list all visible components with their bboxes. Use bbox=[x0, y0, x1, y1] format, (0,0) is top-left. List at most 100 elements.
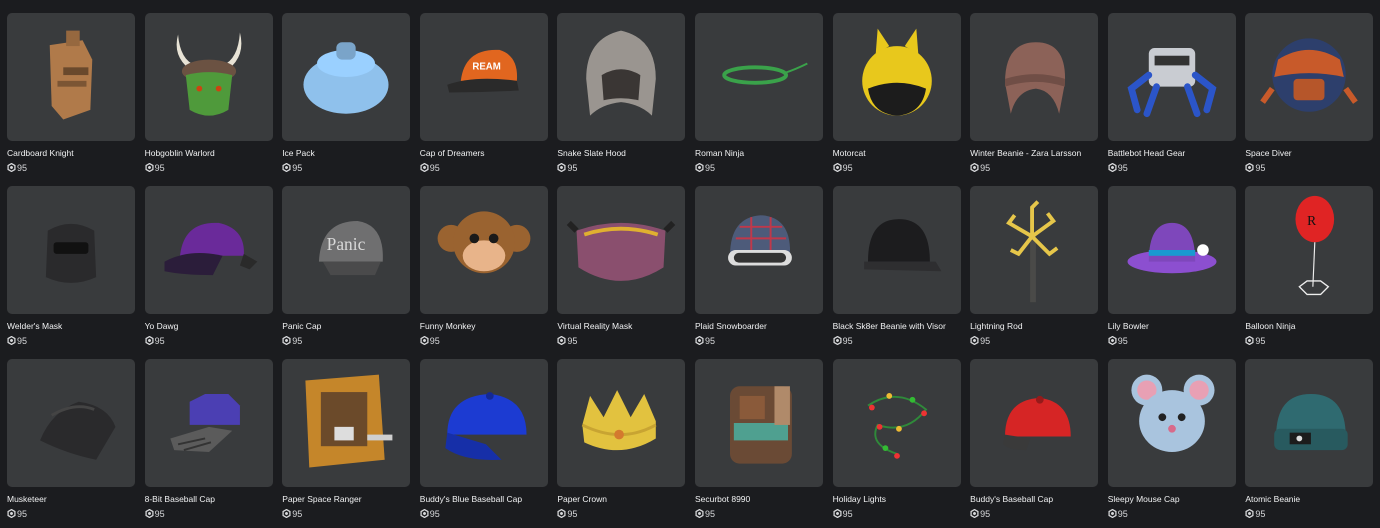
item-thumbnail[interactable] bbox=[282, 13, 411, 141]
item-name[interactable]: Winter Beanie - Zara Larsson bbox=[970, 148, 1098, 159]
catalog-item-card[interactable]: Virtual Reality Mask 95 bbox=[557, 186, 686, 349]
item-thumbnail[interactable] bbox=[1107, 359, 1236, 487]
item-name[interactable]: Snake Slate Hood bbox=[557, 148, 685, 159]
price-value: 95 bbox=[292, 508, 303, 519]
item-thumbnail[interactable] bbox=[694, 186, 823, 314]
catalog-item-card[interactable]: Sleepy Mouse Cap 95 bbox=[1107, 359, 1236, 522]
item-thumbnail[interactable] bbox=[7, 359, 135, 487]
item-name[interactable]: Cardboard Knight bbox=[7, 148, 135, 159]
item-thumbnail[interactable] bbox=[282, 359, 411, 487]
item-name[interactable]: 8-Bit Baseball Cap bbox=[145, 494, 273, 505]
item-thumbnail[interactable] bbox=[970, 186, 1099, 314]
mouse-hat-icon bbox=[1131, 374, 1215, 452]
item-price: 95 bbox=[1245, 335, 1265, 346]
price-value: 95 bbox=[567, 162, 578, 173]
catalog-item-card[interactable]: REAM Cap of Dreamers 95 bbox=[419, 13, 548, 176]
item-thumbnail[interactable] bbox=[970, 13, 1099, 141]
item-thumbnail[interactable] bbox=[1107, 13, 1236, 141]
item-thumbnail[interactable] bbox=[7, 13, 135, 141]
item-name[interactable]: Holiday Lights bbox=[833, 494, 961, 505]
catalog-item-card[interactable]: Winter Beanie - Zara Larsson 95 bbox=[970, 13, 1099, 176]
item-thumbnail[interactable] bbox=[557, 186, 686, 314]
catalog-item-card[interactable]: Holiday Lights 95 bbox=[832, 359, 961, 522]
item-name[interactable]: Paper Crown bbox=[557, 494, 685, 505]
paper-crown-icon bbox=[582, 390, 657, 451]
item-name[interactable]: Yo Dawg bbox=[145, 321, 273, 332]
item-name[interactable]: Atomic Beanie bbox=[1245, 494, 1373, 505]
item-name[interactable]: Balloon Ninja bbox=[1245, 321, 1373, 332]
item-thumbnail[interactable] bbox=[419, 359, 548, 487]
catalog-item-card[interactable]: Lily Bowler 95 bbox=[1107, 186, 1236, 349]
item-name[interactable]: Lily Bowler bbox=[1108, 321, 1236, 332]
item-thumbnail[interactable]: R bbox=[1245, 186, 1374, 314]
horned-goblin-helmet-icon bbox=[176, 32, 241, 116]
item-thumbnail[interactable]: Panic bbox=[282, 186, 411, 314]
catalog-item-card[interactable]: Roman Ninja 95 bbox=[694, 13, 823, 176]
catalog-item-card[interactable]: Ice Pack 95 bbox=[282, 13, 411, 176]
item-thumbnail[interactable]: REAM bbox=[419, 13, 548, 141]
item-thumbnail[interactable] bbox=[144, 359, 273, 487]
item-name[interactable]: Black Sk8er Beanie with Visor bbox=[833, 321, 961, 332]
item-thumbnail[interactable] bbox=[557, 13, 686, 141]
laurel-headband-icon bbox=[722, 62, 808, 85]
item-thumbnail[interactable] bbox=[557, 359, 686, 487]
robux-icon bbox=[1108, 336, 1117, 345]
item-name[interactable]: Musketeer bbox=[7, 494, 135, 505]
item-thumbnail[interactable] bbox=[7, 186, 135, 314]
item-thumbnail[interactable] bbox=[419, 186, 548, 314]
item-thumbnail[interactable] bbox=[144, 13, 273, 141]
catalog-item-card[interactable]: Buddy's Blue Baseball Cap 95 bbox=[419, 359, 548, 522]
item-price: 95 bbox=[282, 162, 302, 173]
item-name[interactable]: Funny Monkey bbox=[420, 321, 548, 332]
catalog-item-card[interactable]: Paper Space Ranger 95 bbox=[282, 359, 411, 522]
catalog-item-card[interactable]: Space Diver 95 bbox=[1245, 13, 1374, 176]
item-thumbnail[interactable] bbox=[1245, 359, 1374, 487]
catalog-item-card[interactable]: Paper Crown 95 bbox=[557, 359, 686, 522]
item-name[interactable]: Cap of Dreamers bbox=[420, 148, 548, 159]
catalog-item-card[interactable]: Battlebot Head Gear 95 bbox=[1107, 13, 1236, 176]
item-thumbnail[interactable] bbox=[694, 359, 823, 487]
catalog-item-card[interactable]: Hobgoblin Warlord 95 bbox=[144, 13, 273, 176]
item-name[interactable]: Motorcat bbox=[833, 148, 961, 159]
item-name[interactable]: Buddy's Baseball Cap bbox=[970, 494, 1098, 505]
catalog-item-card[interactable]: Motorcat 95 bbox=[832, 13, 961, 176]
item-name[interactable]: Securbot 8990 bbox=[695, 494, 823, 505]
item-name[interactable]: Virtual Reality Mask bbox=[557, 321, 685, 332]
item-name[interactable]: Welder's Mask bbox=[7, 321, 135, 332]
item-name[interactable]: Plaid Snowboarder bbox=[695, 321, 823, 332]
catalog-item-card[interactable]: Funny Monkey 95 bbox=[419, 186, 548, 349]
catalog-item-card[interactable]: Panic Panic Cap 95 bbox=[282, 186, 411, 349]
item-thumbnail[interactable] bbox=[694, 13, 823, 141]
item-name[interactable]: Hobgoblin Warlord bbox=[145, 148, 273, 159]
item-name[interactable]: Ice Pack bbox=[282, 148, 410, 159]
catalog-item-card[interactable]: Cardboard Knight 95 bbox=[7, 13, 135, 176]
item-name[interactable]: Sleepy Mouse Cap bbox=[1108, 494, 1236, 505]
catalog-item-card[interactable]: Snake Slate Hood 95 bbox=[557, 13, 686, 176]
item-name[interactable]: Paper Space Ranger bbox=[282, 494, 410, 505]
catalog-item-card[interactable]: Black Sk8er Beanie with Visor 95 bbox=[832, 186, 961, 349]
catalog-item-card[interactable]: Buddy's Baseball Cap 95 bbox=[970, 359, 1099, 522]
item-thumbnail[interactable] bbox=[832, 13, 961, 141]
item-thumbnail[interactable] bbox=[832, 359, 961, 487]
item-name[interactable]: Lightning Rod bbox=[970, 321, 1098, 332]
item-name[interactable]: Panic Cap bbox=[282, 321, 410, 332]
item-name[interactable]: Buddy's Blue Baseball Cap bbox=[420, 494, 548, 505]
catalog-item-card[interactable]: R Balloon Ninja 95 bbox=[1245, 186, 1374, 349]
item-thumbnail[interactable] bbox=[1107, 186, 1236, 314]
catalog-item-card[interactable]: Lightning Rod 95 bbox=[970, 186, 1099, 349]
catalog-item-card[interactable]: Welder's Mask 95 bbox=[7, 186, 135, 349]
catalog-item-card[interactable]: Securbot 8990 95 bbox=[694, 359, 823, 522]
item-name[interactable]: Roman Ninja bbox=[695, 148, 823, 159]
item-thumbnail[interactable] bbox=[832, 186, 961, 314]
item-name[interactable]: Space Diver bbox=[1245, 148, 1373, 159]
catalog-item-card[interactable]: Yo Dawg 95 bbox=[144, 186, 273, 349]
catalog-item-card[interactable]: 8-Bit Baseball Cap 95 bbox=[144, 359, 273, 522]
sideways-cap-icon bbox=[164, 222, 257, 276]
item-thumbnail[interactable] bbox=[144, 186, 273, 314]
catalog-item-card[interactable]: Musketeer 95 bbox=[7, 359, 135, 522]
item-name[interactable]: Battlebot Head Gear bbox=[1108, 148, 1236, 159]
item-thumbnail[interactable] bbox=[970, 359, 1099, 487]
item-thumbnail[interactable] bbox=[1245, 13, 1374, 141]
catalog-item-card[interactable]: Plaid Snowboarder 95 bbox=[694, 186, 823, 349]
catalog-item-card[interactable]: Atomic Beanie 95 bbox=[1245, 359, 1374, 522]
